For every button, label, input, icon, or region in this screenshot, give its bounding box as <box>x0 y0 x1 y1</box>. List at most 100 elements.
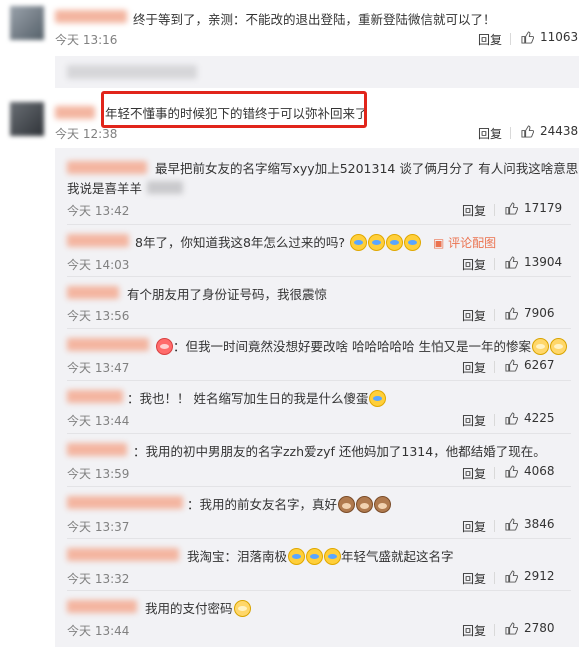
reply-button[interactable]: 回复 <box>478 125 502 142</box>
reply-button[interactable]: 回复 <box>462 570 486 587</box>
reply-time: 今天 13:47 <box>67 361 130 375</box>
see-no-evil-monkey-icon <box>374 496 392 513</box>
like-button[interactable]: 4068 <box>505 464 555 478</box>
divider <box>67 328 571 329</box>
reply-button[interactable]: 回复 <box>478 31 502 48</box>
thumbs-up-icon <box>505 411 518 425</box>
reply-text-body: 我淘宝：泪落南极 <box>187 549 288 564</box>
reply-button[interactable]: 回复 <box>462 359 486 376</box>
divider <box>67 486 571 487</box>
like-button[interactable]: 17179 <box>505 201 562 215</box>
reply-button[interactable]: 回复 <box>462 622 486 639</box>
collapsed-replies[interactable] <box>55 56 579 88</box>
list-item: ：我也！！ 姓名缩写加生日的我是什么傻蛋 今天 13:44 回复 4225 <box>55 384 579 430</box>
reply-text: 我用的支付密码 <box>145 598 251 617</box>
divider <box>67 590 571 591</box>
avatar[interactable] <box>10 6 44 40</box>
reply-time: 今天 13:44 <box>67 624 130 638</box>
reply-button[interactable]: 回复 <box>462 202 486 219</box>
reply-button[interactable]: 回复 <box>462 412 486 429</box>
thumbs-up-icon <box>505 464 518 478</box>
reply-button[interactable]: 回复 <box>462 307 486 324</box>
list-item: 最早把前女友的名字缩写xyy加上5201314 谈了俩月分了 有人问我这啥意思 … <box>55 154 579 218</box>
reply-text-body: ：但我一时间竟然没想好要改啥 哈哈哈哈哈 生怕又是一年的惨案 <box>173 339 531 354</box>
like-count: 17179 <box>524 201 563 215</box>
reply-text: ：但我一时间竟然没想好要改啥 哈哈哈哈哈 生怕又是一年的惨案 <box>155 336 567 355</box>
divider <box>67 224 571 225</box>
username-blurred[interactable] <box>67 234 129 247</box>
like-count: 3846 <box>524 517 555 531</box>
username-blurred[interactable] <box>67 161 147 174</box>
reply-text-body: 我用的支付密码 <box>145 601 233 616</box>
reply-text: 最早把前女友的名字缩写xyy加上5201314 谈了俩月分了 有人问我这啥意思 <box>155 161 579 176</box>
blurred-content <box>67 65 197 79</box>
username-blurred[interactable] <box>67 390 123 403</box>
list-item: 8年了，你知道我这8年怎么过来的吗? ▣ 评论配图 今天 14:03 回复 13… <box>55 228 579 274</box>
laughing-cry-emoji-icon <box>306 548 324 565</box>
thumbs-up-icon <box>505 517 518 531</box>
reply-text: 我淘宝：泪落南极 年轻气盛就起这名字 <box>187 546 454 565</box>
like-count: 13904 <box>524 255 563 269</box>
comment-image-link-label: 评论配图 <box>448 236 497 250</box>
username-blurred[interactable] <box>67 600 137 613</box>
comment-text: 终于等到了，亲测：不能改的退出登陆，重新登陆微信就可以了！ <box>133 12 496 27</box>
like-button[interactable]: 11063 <box>521 30 578 44</box>
reply-time: 今天 13:37 <box>67 520 130 534</box>
reply-time: 今天 13:44 <box>67 414 130 428</box>
username-blurred[interactable] <box>67 286 119 299</box>
like-button[interactable]: 7906 <box>505 306 555 320</box>
like-button[interactable]: 2780 <box>505 621 555 635</box>
like-count: 4225 <box>524 411 555 425</box>
comment-time: 今天 12:38 <box>55 127 118 141</box>
username-blurred[interactable] <box>55 10 127 23</box>
avatar[interactable] <box>10 102 44 136</box>
divider <box>67 380 571 381</box>
divider <box>510 33 511 45</box>
like-button[interactable]: 4225 <box>505 411 555 425</box>
like-count: 2912 <box>524 569 555 583</box>
comment-image-link[interactable]: ▣ 评论配图 <box>433 236 496 250</box>
like-count: 2780 <box>524 621 555 635</box>
like-button[interactable]: 6267 <box>505 358 555 372</box>
like-count: 7906 <box>524 306 555 320</box>
laughing-cry-emoji-icon <box>386 234 404 251</box>
divider <box>494 414 495 426</box>
like-count: 6267 <box>524 358 555 372</box>
username-blurred[interactable] <box>67 338 149 351</box>
highlight-box <box>101 91 367 128</box>
reply-text-cont: 年轻气盛就起这名字 <box>341 549 454 564</box>
like-button[interactable]: 13904 <box>505 255 562 269</box>
thumbs-up-icon <box>505 358 518 372</box>
reply-text-body: 8年了，你知道我这8年怎么过来的吗? <box>135 235 346 250</box>
reply-text: ：我用的初中男朋友的名字zzh爱zyf 还他妈加了1314，他都结婚了现在。 <box>133 444 546 459</box>
username-blurred[interactable] <box>55 106 95 119</box>
list-item: ：但我一时间竟然没想好要改啥 哈哈哈哈哈 生怕又是一年的惨案 今天 13:47 … <box>55 332 579 378</box>
like-button[interactable]: 24438 <box>521 124 578 138</box>
like-button[interactable]: 3846 <box>505 517 555 531</box>
reply-text-cont: 我说是喜羊羊 <box>67 181 143 196</box>
like-button[interactable]: 2912 <box>505 569 555 583</box>
divider <box>494 572 495 584</box>
comment-time: 今天 13:16 <box>55 33 118 47</box>
divider <box>67 538 571 539</box>
username-blurred[interactable] <box>67 443 127 456</box>
list-item: 我用的支付密码 今天 13:44 回复 2780 <box>55 594 579 640</box>
reply-button[interactable]: 回复 <box>462 465 486 482</box>
thumbs-up-icon <box>505 569 518 583</box>
divider <box>510 127 511 139</box>
username-blurred[interactable] <box>67 496 183 509</box>
divider <box>494 520 495 532</box>
reply-time: 今天 14:03 <box>67 258 130 272</box>
reply-time: 今天 13:42 <box>67 204 130 218</box>
thumbs-up-icon <box>505 255 518 269</box>
cat-emoji-icon <box>233 600 251 617</box>
reply-button[interactable]: 回复 <box>462 518 486 535</box>
username-blurred[interactable] <box>67 548 179 561</box>
list-item: 有个朋友用了身份证号码，我很震惊 今天 13:56 回复 7906 <box>55 280 579 326</box>
cat-emoji-icon <box>531 338 549 355</box>
heart-eyes-emoji-icon <box>156 338 173 355</box>
laughing-cry-emoji-icon <box>350 234 368 251</box>
blurred-content <box>147 181 183 194</box>
thumbs-up-icon <box>521 30 534 44</box>
reply-button[interactable]: 回复 <box>462 256 486 273</box>
